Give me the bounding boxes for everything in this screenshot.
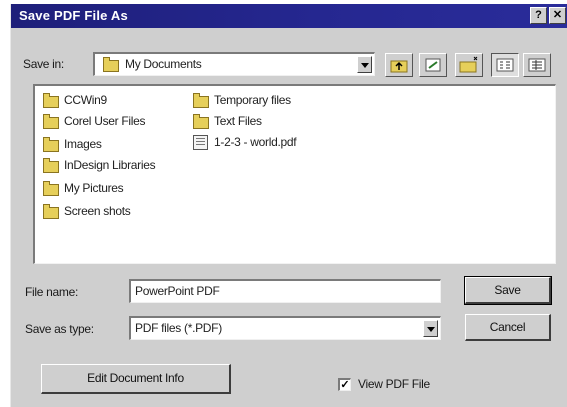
chevron-down-icon[interactable] <box>357 56 372 73</box>
list-item[interactable]: Temporary files <box>193 92 343 110</box>
view-pdf-checkbox[interactable]: ✓ <box>338 378 351 391</box>
up-one-level-button[interactable] <box>385 53 413 77</box>
folder-icon <box>43 204 59 219</box>
list-item-label: Screen shots <box>64 204 131 218</box>
folder-icon <box>43 93 59 108</box>
chevron-down-icon[interactable] <box>423 320 438 337</box>
file-name-input[interactable]: PowerPoint PDF <box>129 279 441 303</box>
cancel-button[interactable]: Cancel <box>465 314 551 341</box>
save-as-type-value: PDF files (*.PDF) <box>135 321 222 335</box>
list-item[interactable]: Screen shots <box>43 203 193 221</box>
help-button[interactable]: ? <box>530 7 547 24</box>
folder-icon <box>103 57 119 72</box>
folder-icon <box>43 158 59 173</box>
list-item[interactable]: Text Files <box>193 113 343 131</box>
view-pdf-label: View PDF File <box>358 377 430 391</box>
save-in-value: My Documents <box>125 57 202 71</box>
list-view-button[interactable] <box>491 53 519 77</box>
close-button[interactable]: ✕ <box>549 7 566 24</box>
list-item-label: Temporary files <box>214 93 291 107</box>
list-item-label: My Pictures <box>64 181 124 195</box>
list-view-icon <box>496 58 514 72</box>
list-item-label: InDesign Libraries <box>64 158 156 172</box>
dialog-title: Save PDF File As <box>19 8 128 23</box>
list-item[interactable]: InDesign Libraries <box>43 157 193 175</box>
list-item-label: 1-2-3 - world.pdf <box>214 135 297 149</box>
list-item[interactable]: Corel User Files <box>43 113 193 131</box>
list-item-label: CCWin9 <box>64 93 107 107</box>
folder-icon <box>193 114 209 129</box>
file-name-label: File name: <box>25 285 79 299</box>
save-pdf-dialog: Save PDF File As ? ✕ Save in: My Documen… <box>10 4 567 407</box>
list-item-label: Images <box>64 137 102 151</box>
details-view-icon <box>528 58 546 72</box>
save-button[interactable]: Save <box>464 276 552 305</box>
folder-icon <box>43 137 59 152</box>
save-in-label: Save in: <box>23 57 64 71</box>
list-item[interactable]: CCWin9 <box>43 92 193 110</box>
desktop-icon <box>425 58 441 72</box>
up-folder-icon <box>390 60 408 73</box>
list-item-label: Text Files <box>214 114 262 128</box>
pdf-file-icon <box>193 135 208 150</box>
desktop-button[interactable] <box>419 53 447 77</box>
edit-document-info-button[interactable]: Edit Document Info <box>41 364 231 394</box>
save-as-type-label: Save as type: <box>25 322 94 336</box>
title-bar[interactable]: Save PDF File As ? ✕ <box>11 4 567 28</box>
folder-icon <box>43 114 59 129</box>
list-item[interactable]: Images <box>43 136 193 154</box>
file-list[interactable]: CCWin9 Corel User Files Images InDesign … <box>33 84 556 264</box>
details-view-button[interactable] <box>523 53 551 77</box>
list-item[interactable]: My Pictures <box>43 180 193 198</box>
file-name-value: PowerPoint PDF <box>135 284 220 298</box>
list-item[interactable]: 1-2-3 - world.pdf <box>193 134 343 152</box>
new-folder-icon <box>459 56 478 73</box>
save-in-dropdown[interactable]: My Documents <box>93 52 375 76</box>
new-folder-button[interactable] <box>455 53 483 77</box>
list-item-label: Corel User Files <box>64 114 146 128</box>
folder-icon <box>193 93 209 108</box>
folder-icon <box>43 181 59 196</box>
save-as-type-dropdown[interactable]: PDF files (*.PDF) <box>129 316 441 340</box>
